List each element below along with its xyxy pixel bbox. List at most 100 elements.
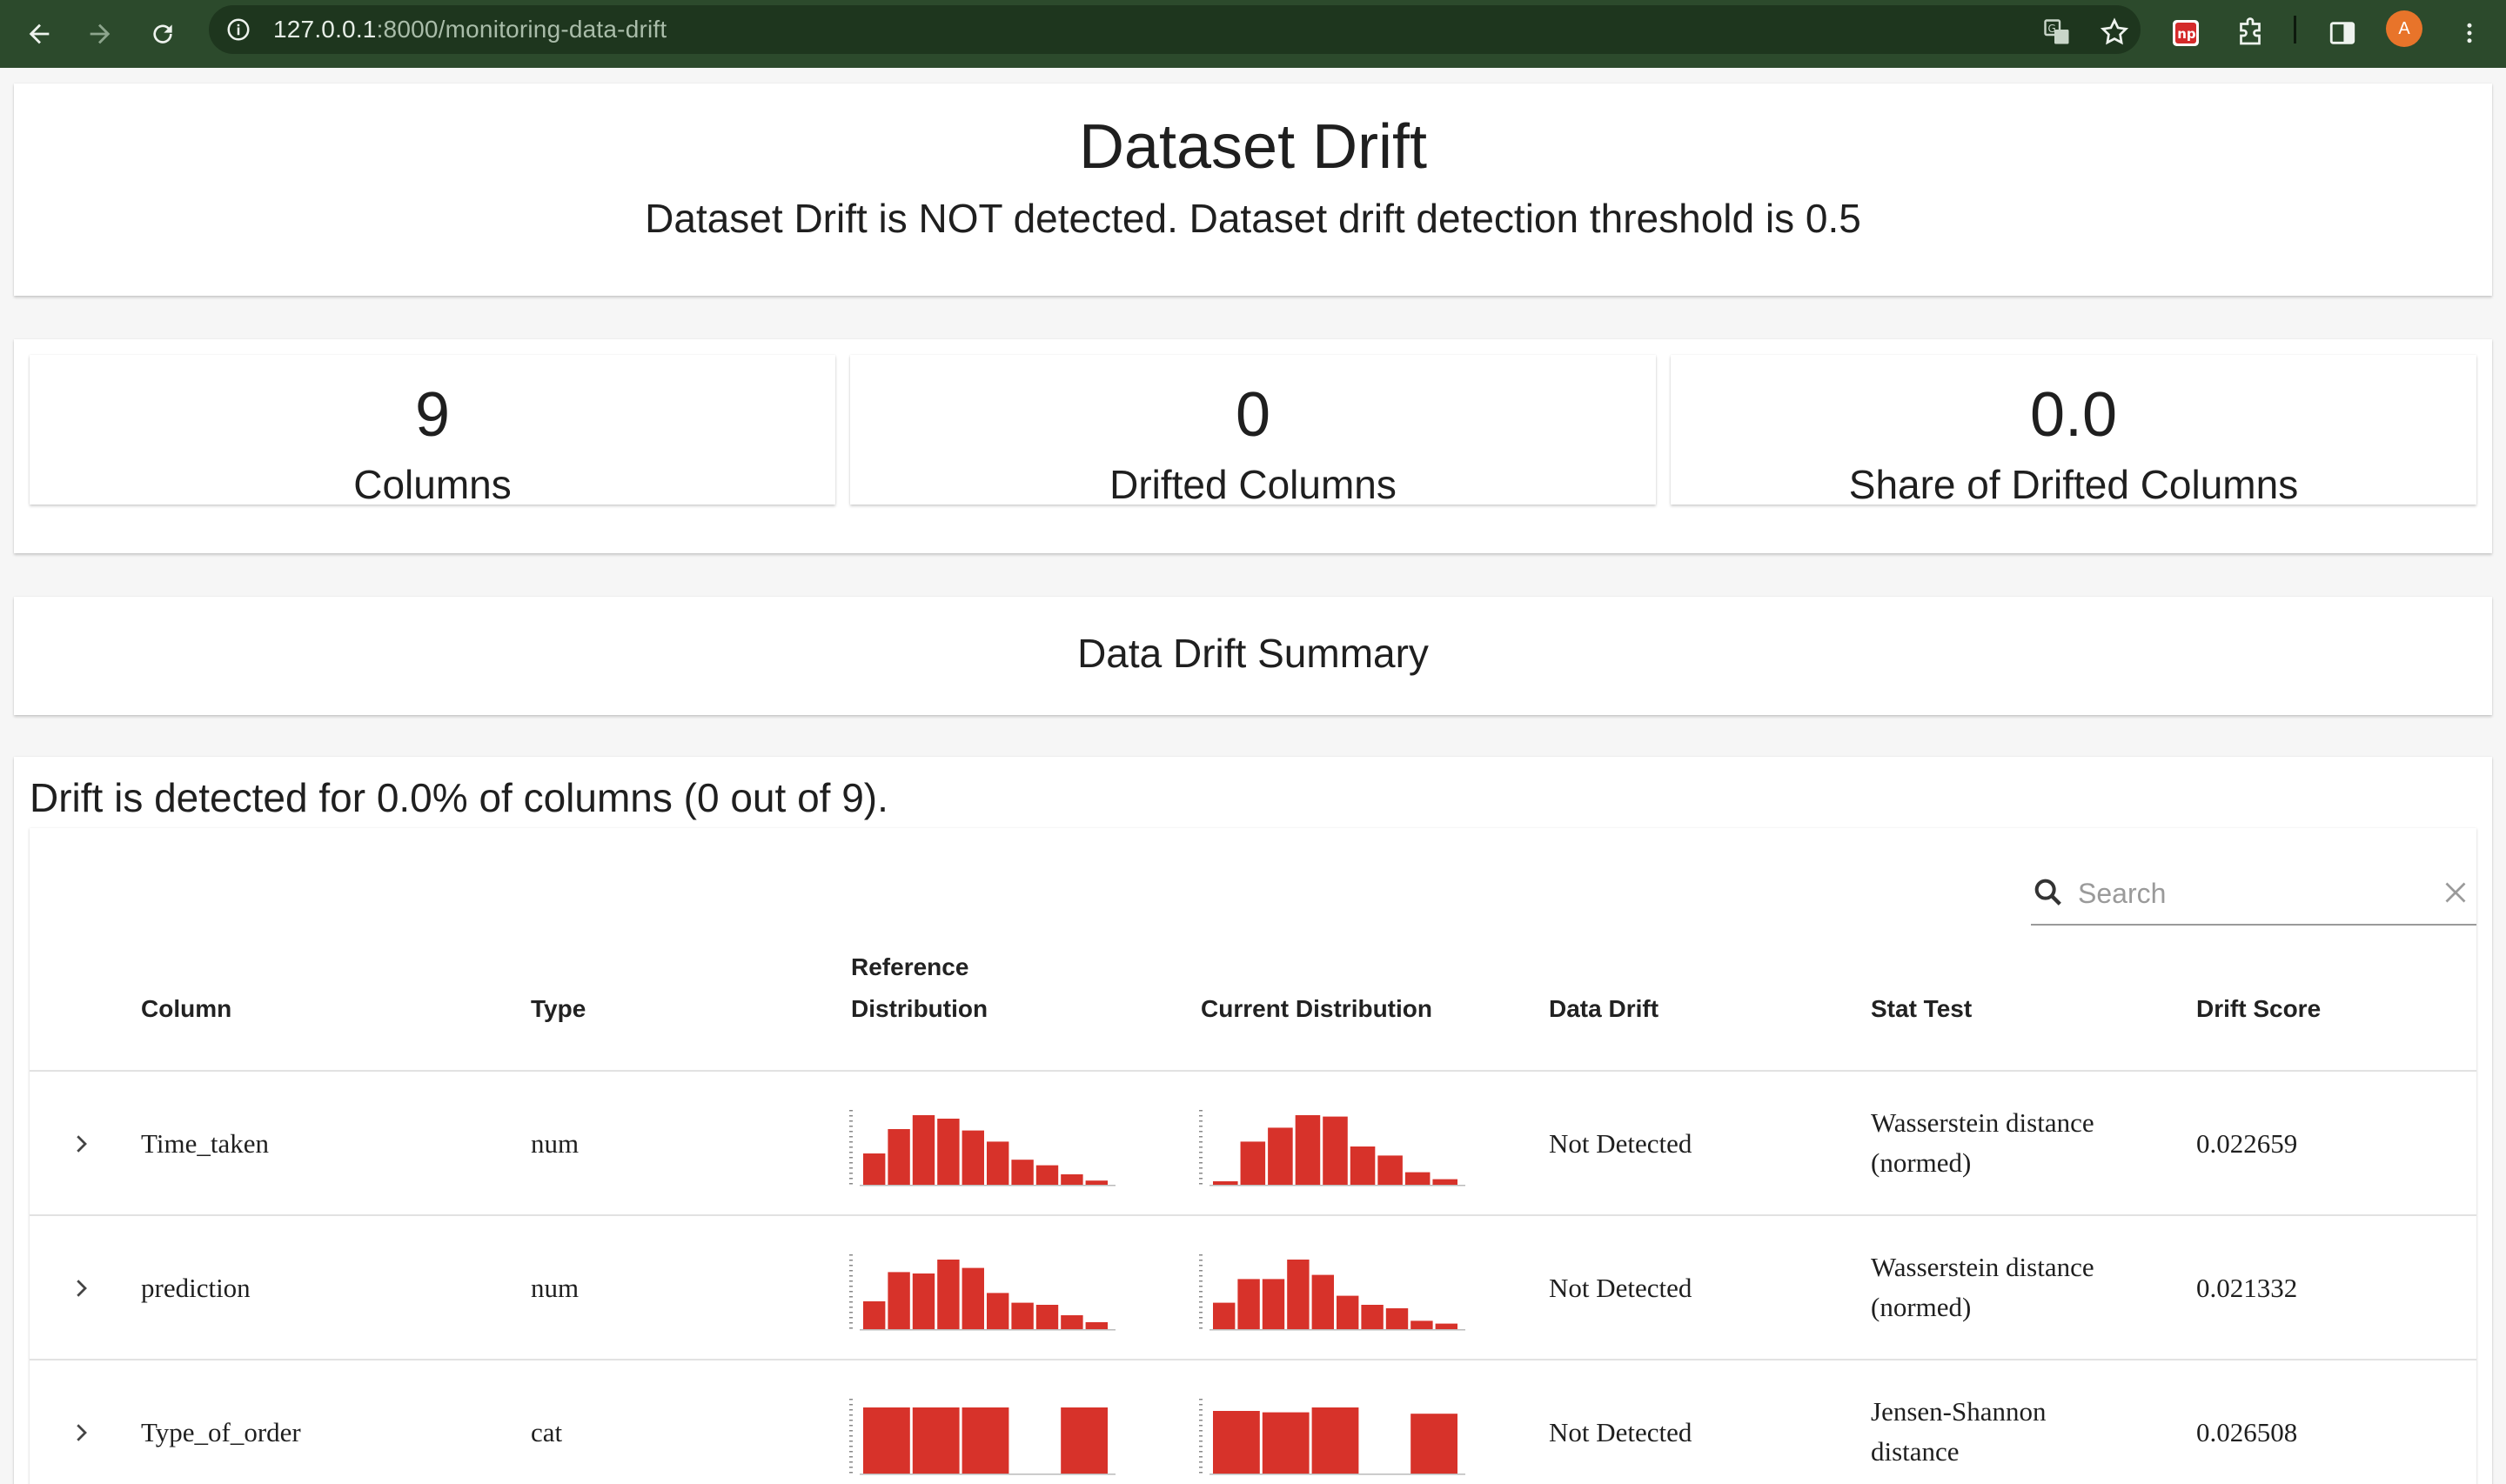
drift-table: Column Type Reference Distribution Curre…	[30, 828, 2476, 1484]
histogram-bar	[1432, 1179, 1457, 1185]
section-title: Data Drift Summary	[1077, 631, 1429, 676]
drift-status-text: Dataset Drift is NOT detected. Dataset d…	[645, 196, 1861, 241]
forward-button[interactable]	[78, 12, 122, 56]
drift-description: Drift is detected for 0.0% of columns (0…	[30, 775, 888, 820]
back-button[interactable]	[17, 12, 61, 56]
column-type: num	[531, 1128, 580, 1159]
header-drift-score[interactable]: Drift Score	[2196, 988, 2321, 1030]
counter-label: Share of Drifted Columns	[1848, 462, 2299, 507]
column-type: num	[531, 1273, 580, 1303]
histogram-bar	[1377, 1155, 1403, 1185]
header-stat-test[interactable]: Stat Test	[1871, 988, 1972, 1030]
profile-avatar[interactable]: A	[2386, 10, 2422, 47]
address-bar[interactable]: 127.0.0.1:8000/monitoring-data-drift G	[209, 5, 2141, 54]
column-type: cat	[531, 1417, 563, 1447]
histogram-bar	[863, 1301, 886, 1329]
header-type[interactable]: Type	[531, 988, 586, 1030]
reload-button[interactable]	[141, 12, 184, 56]
search-icon	[2034, 879, 2061, 906]
histogram-bar	[1435, 1323, 1457, 1329]
counter-value: 0	[1235, 380, 1271, 450]
current-distribution-chart	[1199, 1399, 1465, 1475]
histogram-bar	[1350, 1146, 1376, 1185]
histogram-bar	[1410, 1414, 1457, 1474]
histogram-bar	[888, 1272, 910, 1329]
histogram-bar	[1323, 1116, 1348, 1185]
histogram-bar	[1262, 1412, 1310, 1474]
histogram-bar	[863, 1153, 886, 1185]
translate-icon[interactable]: G	[2038, 13, 2076, 51]
back-arrow-icon	[29, 23, 50, 44]
histogram-bar	[1035, 1165, 1059, 1185]
table-row[interactable]: Time_taken num Not Detected Wasserstein dis…	[30, 1072, 2476, 1216]
drift-status: Not Detected	[1549, 1273, 1692, 1303]
histogram-bar	[1404, 1172, 1431, 1185]
extensions-puzzle-icon[interactable]	[2228, 10, 2273, 56]
expand-row-chevron-icon[interactable]	[59, 1411, 103, 1454]
histogram-bar	[1035, 1305, 1059, 1329]
histogram-bar	[888, 1129, 910, 1185]
expand-row-chevron-icon[interactable]	[59, 1267, 103, 1310]
histogram-bar	[937, 1119, 960, 1185]
histogram-bar	[1311, 1407, 1359, 1474]
histogram-bar	[1061, 1174, 1083, 1185]
histogram-bar	[987, 1141, 1009, 1185]
reference-distribution-chart	[849, 1399, 1116, 1475]
histogram-bar	[1085, 1180, 1108, 1185]
histogram-bar	[1085, 1322, 1108, 1329]
drift-table-card: Drift is detected for 0.0% of columns (0…	[14, 757, 2492, 1484]
reference-distribution-chart	[849, 1110, 1116, 1187]
histogram-bar	[1337, 1295, 1359, 1329]
header-reference-line2: Distribution	[851, 995, 988, 1022]
counter-label: Drifted Columns	[1109, 462, 1397, 507]
counter-label: Columns	[353, 462, 512, 507]
dataset-drift-card: Dataset Drift Dataset Drift is NOT detec…	[14, 84, 2492, 296]
drift-score: 0.026508	[2196, 1417, 2298, 1447]
current-distribution-chart	[1199, 1110, 1465, 1187]
column-name: Time_taken	[141, 1128, 269, 1159]
histogram-bar	[1237, 1279, 1260, 1329]
histogram-bar	[1268, 1127, 1293, 1185]
histogram-bar	[1311, 1274, 1334, 1329]
browser-menu-icon[interactable]	[2447, 10, 2492, 56]
drift-score: 0.021332	[2196, 1273, 2298, 1303]
stat-test-line1: Wasserstein distance	[1871, 1252, 2094, 1282]
table-row[interactable]: prediction num Not Detected Wasserstein dis…	[30, 1216, 2476, 1360]
counters-card: 9 Columns 0 Drifted Columns 0.0 Share of…	[14, 339, 2492, 553]
histogram-bar	[1295, 1115, 1321, 1185]
column-name: Type_of_order	[141, 1417, 301, 1447]
stat-test-line2: distance	[1871, 1436, 1960, 1467]
histogram-bar	[1262, 1279, 1285, 1329]
drift-status: Not Detected	[1549, 1417, 1692, 1447]
table-row[interactable]: Type_of_order cat Not Detected Jensen-Shann…	[30, 1360, 2476, 1484]
header-data-drift[interactable]: Data Drift	[1549, 988, 1658, 1030]
forward-arrow-icon	[90, 23, 111, 44]
counter-drifted-columns: 0 Drifted Columns	[850, 355, 1656, 507]
url-host: 127.0.0.1	[273, 16, 377, 43]
header-reference-line1: Reference	[851, 953, 969, 980]
search-input[interactable]	[2078, 872, 2409, 915]
browser-toolbar: 127.0.0.1:8000/monitoring-data-drift G n…	[0, 0, 2506, 68]
histogram-bar	[962, 1267, 984, 1329]
histogram-bar	[1213, 1181, 1238, 1185]
histogram-bar	[1410, 1320, 1433, 1329]
side-panel-icon[interactable]	[2320, 10, 2365, 56]
drift-score: 0.022659	[2196, 1128, 2298, 1159]
header-column[interactable]: Column	[141, 988, 231, 1030]
summary-title-card: Data Drift Summary	[14, 597, 2492, 715]
stat-test-line1: Wasserstein distance	[1871, 1107, 2094, 1138]
reload-icon	[153, 24, 172, 43]
extension-np-icon[interactable]: np	[2163, 10, 2208, 56]
histogram-bar	[937, 1260, 960, 1329]
clear-search-icon[interactable]	[2440, 877, 2471, 908]
histogram-bar	[912, 1407, 960, 1474]
column-name: prediction	[141, 1273, 251, 1303]
toolbar-separator	[2294, 16, 2296, 43]
header-current: Current Distribution	[1201, 995, 1432, 1022]
histogram-bar	[1361, 1305, 1384, 1329]
site-info-icon[interactable]	[221, 12, 256, 47]
histogram-bar	[1061, 1407, 1108, 1474]
histogram-bar	[1061, 1315, 1083, 1329]
bookmark-star-icon[interactable]	[2095, 13, 2134, 51]
expand-row-chevron-icon[interactable]	[59, 1122, 103, 1166]
